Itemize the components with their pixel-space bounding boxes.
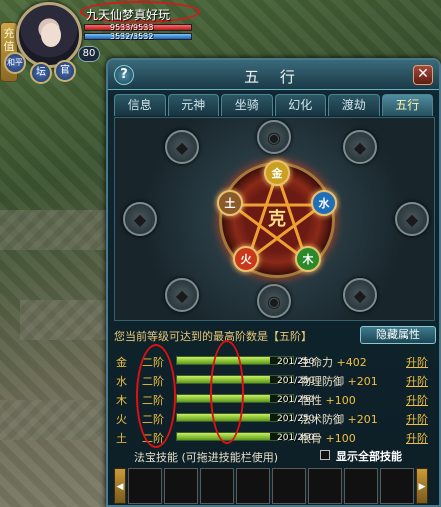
player-avatar[interactable] [16, 2, 82, 68]
slot-top[interactable]: ◉ [257, 120, 291, 154]
element-name: 土 [116, 432, 127, 445]
attribute-bonus: +100 [325, 394, 356, 407]
avatar-face [41, 23, 61, 47]
attribute-label: 生命力 +402 [300, 354, 367, 370]
element-wood-node[interactable]: 木 [295, 246, 321, 272]
tab-bar: 信息 元神 坐骑 幻化 渡劫 五行 [114, 94, 433, 116]
attribute-bonus: +201 [347, 413, 378, 426]
slot-bottom[interactable]: ◉ [257, 284, 291, 318]
upgrade-link[interactable]: 升阶 [406, 411, 428, 427]
tab-tribulation[interactable]: 渡劫 [328, 94, 380, 116]
attribute-label: 悟性 +100 [300, 392, 356, 408]
equipment-icon: ◆ [353, 286, 367, 305]
official-badge[interactable]: 官 [54, 60, 76, 82]
equipment-icon: ◆ [175, 138, 189, 157]
attribute-name: 悟性 [300, 394, 322, 407]
hide-attributes-button[interactable]: 隐藏属性 [360, 326, 436, 344]
element-rows: 金 二阶 201/250 生命力 +402 升阶 水 二阶 201/250 物理… [114, 340, 435, 448]
element-water-node[interactable]: 水 [311, 190, 337, 216]
scroll-right-button[interactable]: ▶ [416, 468, 428, 504]
attribute-bonus: +402 [336, 356, 367, 369]
element-earth-node[interactable]: 土 [217, 190, 243, 216]
attribute-name: 物理防御 [300, 375, 344, 388]
ground-tiles [0, 400, 120, 440]
slot-top-right[interactable]: ◆ [343, 130, 377, 164]
element-fire-node[interactable]: 火 [233, 246, 259, 272]
mp-text: 3532/3532 [110, 32, 154, 41]
slot-left[interactable]: ◆ [123, 202, 157, 236]
equipment-icon: ◆ [175, 286, 189, 305]
skill-slot[interactable] [308, 468, 342, 504]
tab-mount[interactable]: 坐骑 [221, 94, 273, 116]
skill-slot[interactable] [200, 468, 234, 504]
upgrade-link[interactable]: 升阶 [406, 430, 428, 446]
element-name: 火 [116, 413, 127, 426]
tab-transform[interactable]: 幻化 [274, 94, 326, 116]
slot-bottom-right[interactable]: ◆ [343, 278, 377, 312]
attribute-name: 生命力 [300, 356, 333, 369]
player-level: 80 [78, 46, 100, 62]
attribute-name: 根骨 [300, 432, 322, 445]
element-name: 水 [116, 375, 127, 388]
panel-titlebar[interactable]: ? 五 行 ✕ [108, 60, 439, 90]
show-all-skills-label: 显示全部技能 [336, 450, 402, 463]
skill-slot[interactable] [272, 468, 306, 504]
upgrade-link[interactable]: 升阶 [406, 354, 428, 370]
tab-info[interactable]: 信息 [114, 94, 166, 116]
element-name: 金 [116, 356, 127, 369]
equipment-icon: ◉ [267, 128, 281, 147]
attribute-label: 根骨 +100 [300, 430, 356, 446]
slot-top-left[interactable]: ◆ [165, 130, 199, 164]
attribute-bonus: +201 [347, 375, 378, 388]
equipment-icon: ◆ [133, 210, 147, 229]
max-tier-info: 您当前等级可达到的最高阶数是【五阶】 [114, 330, 312, 343]
five-elements-panel: ? 五 行 ✕ 信息 元神 坐骑 幻化 渡劫 五行 ◉ ◆ ◆ ◆ ◆ ◆ ◆ … [106, 58, 441, 507]
scroll-left-button[interactable]: ◀ [114, 468, 126, 504]
upgrade-link[interactable]: 升阶 [406, 392, 428, 408]
attribute-bonus: +100 [325, 432, 356, 445]
element-name: 木 [116, 394, 127, 407]
hp-text: 9533/9533 [110, 23, 154, 32]
slot-right[interactable]: ◆ [395, 202, 429, 236]
show-all-checkbox[interactable] [320, 450, 330, 460]
annotation-circle [136, 344, 176, 448]
attribute-label: 法术防御 +201 [300, 411, 378, 427]
skill-slot[interactable] [236, 468, 270, 504]
pk-mode-badge[interactable]: 和平 [4, 52, 26, 74]
player-name: 九天仙梦真好玩 [86, 8, 171, 22]
equipment-icon: ◉ [267, 292, 281, 311]
close-button[interactable]: ✕ [413, 65, 433, 85]
skill-bar: ◀ ▶ [114, 466, 435, 506]
skill-slot[interactable] [380, 468, 414, 504]
upgrade-link[interactable]: 升阶 [406, 373, 428, 389]
attribute-label: 物理防御 +201 [300, 373, 378, 389]
attribute-name: 法术防御 [300, 413, 344, 426]
equipment-icon: ◆ [405, 210, 419, 229]
center-glyph: 克 [268, 209, 286, 230]
skill-slot[interactable] [344, 468, 378, 504]
ground-tiles [0, 210, 120, 250]
element-metal-node[interactable]: 金 [264, 160, 290, 186]
skill-slot[interactable] [128, 468, 162, 504]
treasure-skills-label: 法宝技能 (可拖进技能栏使用) [134, 451, 279, 464]
tab-spirit[interactable]: 元神 [167, 94, 219, 116]
skill-slot[interactable] [164, 468, 198, 504]
equipment-icon: ◆ [353, 138, 367, 157]
five-elements-diagram: ◉ ◆ ◆ ◆ ◆ ◆ ◆ ◉ 克 金 水 木 火 土 [114, 117, 435, 321]
panel-title: 五 行 [244, 68, 303, 86]
slot-bottom-left[interactable]: ◆ [165, 278, 199, 312]
annotation-circle [210, 340, 244, 444]
tab-five-elements[interactable]: 五行 [381, 94, 433, 116]
altar-badge[interactable]: 坛 [30, 62, 52, 84]
